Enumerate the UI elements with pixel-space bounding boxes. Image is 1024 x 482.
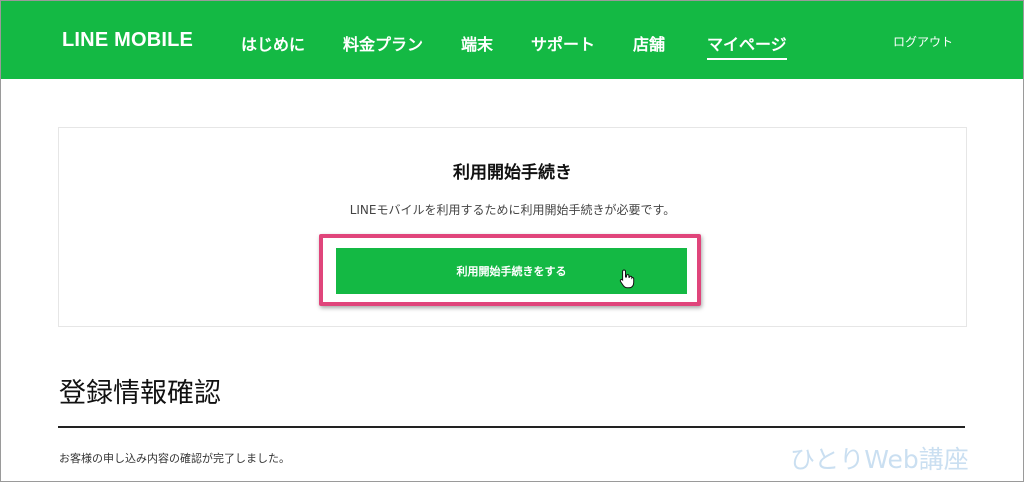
hand-cursor-icon (619, 269, 635, 289)
nav-item-devices[interactable]: 端末 (461, 31, 493, 55)
confirmation-message: お客様の申し込み内容の確認が完了しました。 (59, 452, 290, 465)
nav-item-hajimeni[interactable]: はじめに (241, 31, 305, 55)
logout-link[interactable]: ログアウト (893, 33, 953, 50)
heading-divider (58, 426, 965, 428)
nav-item-support[interactable]: サポート (531, 31, 595, 55)
registration-info-heading: 登録情報確認 (59, 378, 221, 409)
card-title: 利用開始手続き (453, 163, 572, 183)
site-header: LINE MOBILE はじめに 料金プラン 端末 サポート 店舗 マイページ … (1, 1, 1023, 79)
nav-item-mypage[interactable]: マイページ (707, 31, 787, 60)
nav-item-pricing[interactable]: 料金プラン (343, 31, 423, 55)
line-mobile-logo[interactable]: LINE MOBILE (62, 29, 193, 52)
card-description: LINEモバイルを利用するために利用開始手続きが必要です。 (349, 203, 676, 217)
start-procedure-button-label: 利用開始手続きをする (456, 265, 567, 278)
watermark-text: ひとりWeb講座 (790, 445, 969, 474)
nav-item-stores[interactable]: 店舗 (633, 31, 665, 55)
